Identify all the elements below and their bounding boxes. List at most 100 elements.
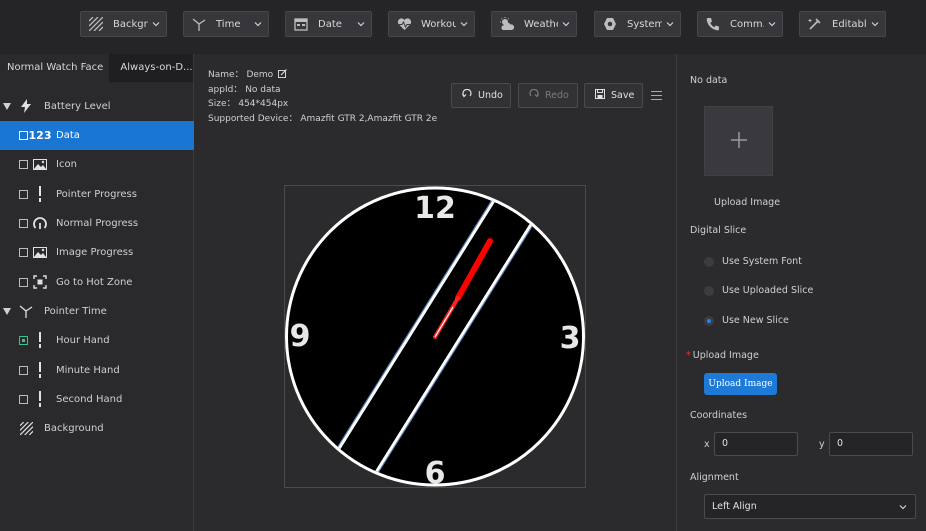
appid-label: appId： <box>208 84 243 95</box>
redo-label: Redo <box>545 90 569 101</box>
layer-sidebar: Normal Watch Face Always-on-D... Battery… <box>0 54 194 531</box>
name-label: Name： <box>208 70 244 80</box>
alignment-select[interactable]: Left Align <box>704 494 916 519</box>
properties-panel: No data Upload Image Digital Slice Use S… <box>676 54 926 531</box>
toolbar-label: Comm... <box>730 18 764 30</box>
appid-row: appId： No data <box>208 83 437 98</box>
toolbar-label: System <box>627 18 662 30</box>
undo-button[interactable]: Undo <box>451 83 511 108</box>
toolbar-label: Time <box>216 18 241 30</box>
redo-icon <box>529 88 540 102</box>
tree-item-hour-hand[interactable]: Hour Hand <box>0 326 194 355</box>
tree-item-second-hand[interactable]: Second Hand <box>0 385 194 414</box>
image-upload-box[interactable] <box>704 106 773 176</box>
toolbar-editable-dropdown[interactable]: Editable <box>799 11 886 37</box>
tab-normal-watch-face[interactable]: Normal Watch Face <box>0 54 110 82</box>
visibility-checkbox[interactable] <box>19 131 28 140</box>
tree-label: Pointer Progress <box>56 189 137 200</box>
tree-group-battery-level[interactable]: Battery Level <box>0 92 194 121</box>
toolbar-workout-dropdown[interactable]: Workou... <box>388 11 475 37</box>
watch-face-preview[interactable]: 12 3 6 9 <box>285 186 585 487</box>
image-icon <box>32 157 48 171</box>
option-use-new-slice[interactable]: Use New Slice <box>704 315 789 326</box>
numeral-12: 12 <box>414 191 456 226</box>
edit-name-icon[interactable] <box>278 69 287 78</box>
x-coordinate-input[interactable]: 0 <box>714 432 798 456</box>
menu-icon[interactable] <box>651 91 662 100</box>
tree-label: Hour Hand <box>56 335 110 346</box>
option-label: Use Uploaded Slice <box>722 285 814 296</box>
tree-label: Pointer Time <box>44 306 107 317</box>
chevron-down-icon <box>152 22 160 27</box>
tree-item-normal-progress[interactable]: Normal Progress <box>0 209 194 238</box>
undo-icon <box>461 88 472 102</box>
y-coordinate-input[interactable]: 0 <box>829 432 913 456</box>
visibility-checkbox[interactable] <box>19 336 28 345</box>
caret-down-icon <box>3 103 11 110</box>
visibility-checkbox[interactable] <box>19 219 28 228</box>
upload-image-caption: Upload Image <box>714 197 781 208</box>
tree-label: Background <box>44 423 104 434</box>
size-row: Size： 454*454px <box>208 97 437 112</box>
appid-value: No data <box>245 84 281 95</box>
toolbar-weather-dropdown[interactable]: Weather <box>491 11 577 37</box>
toolbar-label: Workou... <box>421 18 456 30</box>
device-label: Supported Device： <box>208 114 298 125</box>
tree-label: Image Progress <box>56 247 134 258</box>
tree-label: Battery Level <box>44 101 111 112</box>
visibility-checkbox[interactable] <box>19 366 28 375</box>
hot-zone-icon <box>32 275 48 289</box>
project-name-row: Name： Demo <box>208 68 437 83</box>
toolbar-communication-dropdown[interactable]: Comm... <box>697 11 783 37</box>
tree-item-go-to-hot-zone[interactable]: Go to Hot Zone <box>0 268 194 297</box>
pointer-icon <box>32 186 48 202</box>
option-use-uploaded-slice[interactable]: Use Uploaded Slice <box>704 285 813 296</box>
tree-label: Go to Hot Zone <box>56 277 133 288</box>
tree-label: Data <box>56 130 80 141</box>
upload-image-button[interactable]: Upload Image <box>704 373 777 395</box>
save-icon <box>595 89 605 102</box>
no-data-text: No data <box>690 75 728 86</box>
undo-label: Undo <box>478 90 503 101</box>
tree-item-data[interactable]: 123 Data <box>0 121 194 150</box>
tree-group-pointer-time[interactable]: Pointer Time <box>0 297 194 326</box>
toolbar-system-dropdown[interactable]: System <box>594 11 681 37</box>
save-label: Save <box>611 90 635 101</box>
radio-button-selected[interactable] <box>704 315 714 326</box>
option-use-system-font[interactable]: Use System Font <box>704 256 802 267</box>
visibility-checkbox[interactable] <box>19 278 28 287</box>
upload-image-label-text: Upload Image <box>692 350 759 361</box>
x-label: x <box>704 439 710 450</box>
pointer-icon <box>32 362 48 378</box>
coordinates-label: Coordinates <box>690 410 748 421</box>
save-button[interactable]: Save <box>584 83 643 108</box>
edit-tool-icon <box>806 17 824 31</box>
visibility-checkbox[interactable] <box>19 248 28 257</box>
tree-item-icon[interactable]: Icon <box>0 150 194 179</box>
device-value: Amazfit GTR 2,Amazfit GTR 2e <box>300 114 438 125</box>
heart-icon <box>395 17 413 31</box>
numeral-9: 9 <box>290 319 311 354</box>
toolbar-background-dropdown[interactable]: Backgro... <box>80 11 167 37</box>
alignment-value: Left Align <box>712 501 757 512</box>
toolbar-time-dropdown[interactable]: Time <box>183 11 269 37</box>
radio-button[interactable] <box>704 285 714 296</box>
visibility-checkbox[interactable] <box>19 395 28 404</box>
editor-canvas: Name： Demo appId： No data Size： 454*454p… <box>195 54 675 531</box>
tab-always-on-display[interactable]: Always-on-D... <box>109 54 193 82</box>
toolbar-label: Editable <box>832 18 867 30</box>
visibility-checkbox[interactable] <box>19 190 28 199</box>
radio-button[interactable] <box>704 256 714 267</box>
tree-item-image-progress[interactable]: Image Progress <box>0 238 194 267</box>
visibility-checkbox[interactable] <box>19 160 28 169</box>
redo-button[interactable]: Redo <box>518 83 578 108</box>
tree-item-minute-hand[interactable]: Minute Hand <box>0 356 194 385</box>
clock-hands-icon <box>190 17 208 31</box>
upload-image-label: * Upload Image <box>686 350 759 361</box>
tree-item-background[interactable]: Background <box>0 414 194 443</box>
tree-item-pointer-progress[interactable]: Pointer Progress <box>0 180 194 209</box>
toolbar-date-dropdown[interactable]: Date <box>285 11 372 37</box>
chevron-down-icon <box>460 22 468 27</box>
chevron-down-icon <box>562 22 570 27</box>
watch-preview-frame: 12 3 6 9 <box>284 185 586 488</box>
